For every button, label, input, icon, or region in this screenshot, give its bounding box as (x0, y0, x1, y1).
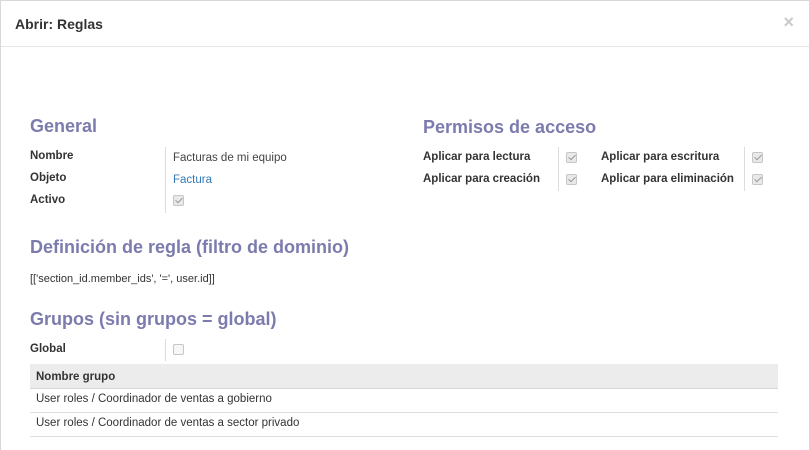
table-row[interactable]: User roles / Coordinador de ventas a gob… (30, 389, 778, 413)
unlink-checkbox[interactable] (752, 174, 763, 185)
groups-table-header: Nombre grupo (30, 364, 778, 389)
create-label: Aplicar para creación (423, 173, 540, 185)
global-checkbox[interactable] (173, 344, 184, 355)
domain-filter-value: [['section_id.member_ids', '=', user.id]… (30, 273, 215, 285)
field-separator (558, 147, 559, 191)
general-heading: General (30, 116, 98, 136)
rule-dialog: Abrir: Reglas × General Nombre Facturas … (0, 0, 810, 450)
active-label: Activo (30, 194, 66, 206)
read-checkbox[interactable] (566, 152, 577, 163)
name-label: Nombre (30, 150, 74, 162)
active-checkbox[interactable] (173, 195, 184, 206)
write-checkbox[interactable] (752, 152, 763, 163)
read-label: Aplicar para lectura (423, 151, 531, 163)
field-separator (165, 339, 166, 361)
access-heading: Permisos de acceso (423, 117, 597, 137)
groups-heading: Grupos (sin grupos = global) (30, 309, 277, 329)
global-label: Global (30, 343, 66, 355)
table-row[interactable]: User roles / Coordinador de ventas a sec… (30, 413, 778, 437)
name-value: Facturas de mi equipo (173, 152, 287, 164)
dialog-title: Abrir: Reglas (15, 16, 103, 32)
unlink-label: Aplicar para eliminación (601, 173, 734, 185)
field-separator (744, 147, 745, 191)
field-separator (165, 147, 166, 213)
write-label: Aplicar para escritura (601, 151, 720, 163)
rule-definition-heading: Definición de regla (filtro de dominio) (30, 237, 350, 257)
create-checkbox[interactable] (566, 174, 577, 185)
close-icon[interactable]: × (783, 13, 794, 31)
group-name-cell: User roles / Coordinador de ventas a gob… (36, 393, 272, 405)
dialog-header: Abrir: Reglas × (1, 1, 809, 47)
column-header-group-name[interactable]: Nombre grupo (36, 371, 115, 383)
object-link[interactable]: Factura (173, 174, 212, 186)
object-label: Objeto (30, 172, 67, 184)
group-name-cell: User roles / Coordinador de ventas a sec… (36, 417, 300, 429)
